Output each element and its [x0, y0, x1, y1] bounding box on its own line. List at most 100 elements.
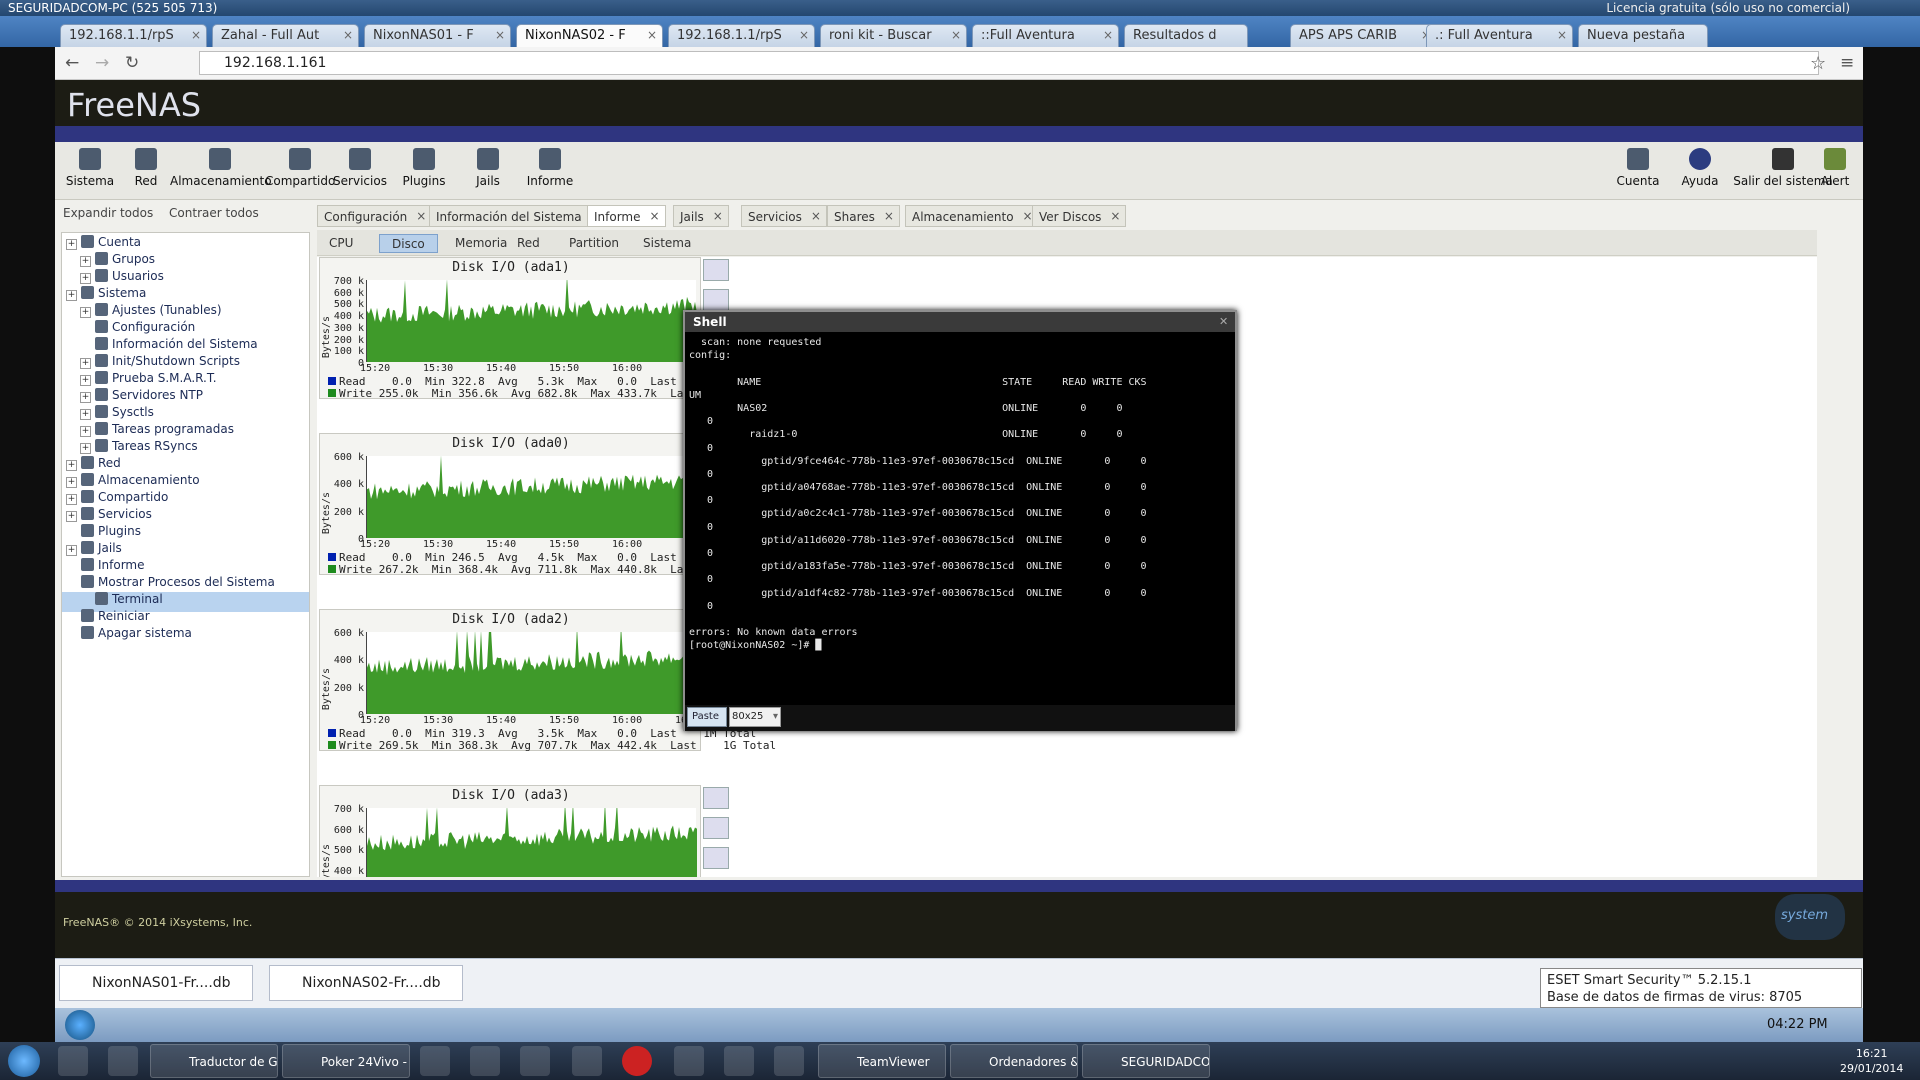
toolbar-alert[interactable]: Alert — [1807, 148, 1863, 188]
back-arrow-icon[interactable]: ← — [65, 53, 79, 73]
expand-toggle-icon[interactable]: + — [80, 426, 91, 437]
toolbar-cuenta[interactable]: Cuenta — [1603, 148, 1673, 188]
toolbar-servicios[interactable]: Servicios — [325, 148, 395, 188]
calculator-icon[interactable] — [520, 1046, 550, 1076]
close-icon[interactable]: × — [884, 209, 894, 223]
url-input[interactable]: 192.168.1.161 — [199, 51, 1819, 75]
toolbar-ayuda[interactable]: Ayuda — [1665, 148, 1735, 188]
windows-start-icon[interactable] — [65, 1010, 95, 1040]
expand-toggle-icon[interactable]: + — [80, 273, 91, 284]
expand-toggle-icon[interactable]: + — [66, 460, 77, 471]
zoom-out-icon[interactable] — [703, 817, 729, 839]
expand-toggle-icon[interactable]: + — [80, 307, 91, 318]
expand-toggle-icon[interactable]: + — [66, 494, 77, 505]
expand-toggle-icon[interactable]: + — [80, 409, 91, 420]
main-tab[interactable]: Ver Discos × — [1032, 205, 1127, 227]
toolbar-plugins[interactable]: Plugins — [389, 148, 459, 188]
forward-arrow-icon[interactable]: → — [95, 53, 109, 73]
taskbar-item[interactable]: SEGURIDADCOM-... — [1082, 1044, 1210, 1078]
close-icon[interactable]: × — [811, 209, 821, 223]
close-icon[interactable]: × — [1103, 28, 1113, 42]
browser-tab[interactable]: .: Full Aventura × — [1426, 24, 1573, 47]
browser-tab[interactable]: ::Full Aventura × — [972, 24, 1119, 47]
taskbar-item[interactable]: Traductor de Goo... — [150, 1044, 278, 1078]
close-icon[interactable]: × — [647, 28, 657, 42]
close-icon[interactable]: × — [495, 28, 505, 42]
close-icon[interactable]: × — [951, 28, 961, 42]
main-tab-label: Información del Sistema — [436, 210, 582, 224]
taskbar-item[interactable]: TeamViewer — [818, 1044, 946, 1078]
subtab[interactable]: Partition — [557, 234, 631, 253]
main-tab[interactable]: Configuración × — [317, 205, 433, 227]
expand-toggle-icon[interactable]: + — [66, 511, 77, 522]
expand-toggle-icon[interactable]: + — [80, 392, 91, 403]
toolbar-almacenamiento[interactable]: Almacenamiento — [170, 148, 272, 188]
browser-tab[interactable]: APS APS CARIB× — [1290, 24, 1437, 47]
close-icon[interactable]: × — [191, 28, 201, 42]
network-tool-icon[interactable] — [724, 1046, 754, 1076]
main-tab[interactable]: Informe × — [587, 205, 666, 227]
back-icon[interactable] — [703, 847, 729, 869]
terminal-output[interactable]: scan: none requested config: NAME STATE R… — [689, 336, 1231, 680]
expand-toggle-icon[interactable]: + — [66, 545, 77, 556]
paste-button[interactable]: Paste — [687, 707, 727, 727]
taskbar-item[interactable]: Poker 24Vivo - Go... — [282, 1044, 410, 1078]
download-item[interactable]: NixonNAS02-Fr....db — [269, 965, 463, 1001]
bookmark-star-icon[interactable]: ☆ — [1810, 53, 1826, 74]
browser-tab[interactable]: Zahal - Full Aut × — [212, 24, 359, 47]
expand-toggle-icon[interactable]: + — [80, 256, 91, 267]
menu-icon[interactable]: ≡ — [1840, 53, 1854, 73]
folder-icon[interactable] — [108, 1046, 138, 1076]
zoom-icon[interactable] — [703, 787, 729, 809]
browser-tab-new[interactable]: Nueva pestaña — [1578, 24, 1708, 47]
windows-start-icon[interactable] — [8, 1045, 40, 1077]
calendar-icon[interactable] — [420, 1046, 450, 1076]
terminal-size-select[interactable]: 80x25 ▾ — [729, 707, 781, 727]
zoom-icon[interactable] — [703, 259, 729, 281]
zoom-out-icon[interactable] — [703, 289, 729, 311]
expand-all-link[interactable]: Expandir todos — [63, 206, 153, 220]
taskbar-item[interactable]: Ordenadores & c... — [950, 1044, 1078, 1078]
reload-icon[interactable]: ↻ — [125, 53, 139, 73]
expand-toggle-icon[interactable]: + — [80, 443, 91, 454]
download-item[interactable]: NixonNAS01-Fr....db — [59, 965, 253, 1001]
subtab[interactable]: CPU — [317, 234, 365, 253]
expand-toggle-icon[interactable]: + — [80, 375, 91, 386]
subtab[interactable]: Sistema — [631, 234, 703, 253]
browser-tab[interactable]: 192.168.1.1/rpS × — [668, 24, 815, 47]
browser-tab-active[interactable]: NixonNAS02 - F × — [516, 24, 663, 48]
toolbar-informe[interactable]: Informe — [515, 148, 585, 188]
printer-icon[interactable] — [774, 1046, 804, 1076]
notepad-icon[interactable] — [674, 1046, 704, 1076]
main-tab[interactable]: Almacenamiento × — [905, 205, 1039, 227]
tree-item[interactable]: Apagar sistema — [66, 626, 192, 646]
main-tab[interactable]: Información del Sistema× — [429, 205, 607, 227]
close-icon[interactable]: × — [713, 209, 723, 223]
main-tab[interactable]: Jails × — [673, 205, 729, 227]
expand-toggle-icon[interactable]: + — [80, 358, 91, 369]
cmd-icon[interactable] — [572, 1046, 602, 1076]
close-icon[interactable]: × — [1110, 209, 1120, 223]
expand-toggle-icon[interactable]: + — [66, 290, 77, 301]
close-icon[interactable]: × — [343, 28, 353, 42]
subtab[interactable]: Disco — [379, 234, 438, 253]
collapse-all-link[interactable]: Contraer todos — [169, 206, 259, 220]
browser-tab[interactable]: roni kit - Buscar × — [820, 24, 967, 47]
toolbar-jails[interactable]: Jails — [453, 148, 523, 188]
browser-tab[interactable]: 192.168.1.1/rpS × — [60, 24, 207, 47]
close-icon[interactable]: × — [1557, 28, 1567, 42]
browser-tab[interactable]: NixonNAS01 - F × — [364, 24, 511, 47]
expand-toggle-icon[interactable]: + — [66, 239, 77, 250]
main-tab[interactable]: Shares × — [827, 205, 900, 227]
close-icon[interactable]: × — [649, 209, 659, 223]
app-icon[interactable] — [470, 1046, 500, 1076]
record-icon[interactable] — [622, 1046, 652, 1076]
ie-icon[interactable] — [58, 1046, 88, 1076]
expand-toggle-icon[interactable]: + — [66, 477, 77, 488]
close-icon[interactable]: × — [799, 28, 809, 42]
browser-tab[interactable]: Resultados d — [1124, 24, 1248, 47]
close-icon[interactable]: ✕ — [1219, 315, 1228, 328]
close-icon[interactable]: × — [416, 209, 426, 223]
subtab[interactable]: Red — [505, 234, 552, 253]
main-tab[interactable]: Servicios × — [741, 205, 827, 227]
